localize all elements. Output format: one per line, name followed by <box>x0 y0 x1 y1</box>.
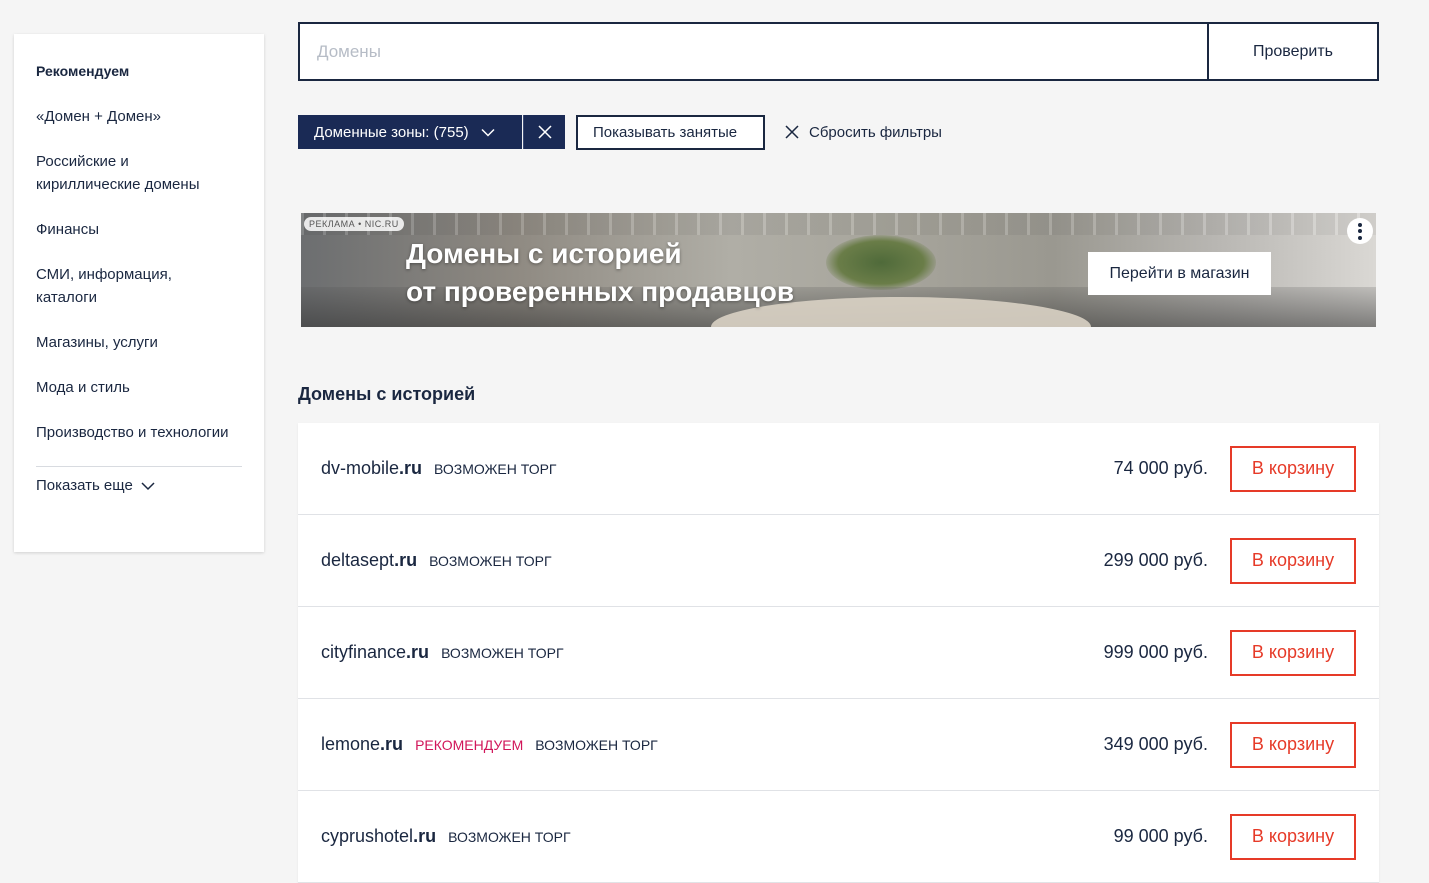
domain-search-bar: Проверить <box>298 22 1379 81</box>
domain-tld: .ru <box>399 458 423 478</box>
bargain-badge: ВОЗМОЖЕН ТОРГ <box>448 828 571 845</box>
category-sidebar: Рекомендуем «Домен + Домен» Российские и… <box>14 34 264 552</box>
banner-photo-plant <box>826 235 936 290</box>
bargain-badge: ВОЗМОЖЕН ТОРГ <box>535 736 658 753</box>
domain-row: cityfinance.ru ВОЗМОЖЕН ТОРГ 999 000 руб. В… <box>298 607 1379 699</box>
domain-tld: .ru <box>413 826 437 846</box>
filters-bar: Доменные зоны: (755) Показывать занятые … <box>298 114 942 150</box>
banner-title-line2: от проверенных продавцов <box>406 276 795 307</box>
bargain-badge: ВОЗМОЖЕН ТОРГ <box>434 460 557 477</box>
show-busy-toggle[interactable]: Показывать занятые <box>576 114 765 150</box>
chevron-down-icon <box>481 128 495 137</box>
domain-zones-dropdown[interactable]: Доменные зоны: (755) <box>298 115 522 149</box>
domain-row: dv-mobile.ru ВОЗМОЖЕН ТОРГ 74 000 руб. В ко… <box>298 423 1379 515</box>
bargain-badge: ВОЗМОЖЕН ТОРГ <box>429 552 552 569</box>
domain-price: 99 000 руб. <box>1113 826 1208 846</box>
sidebar-item-media[interactable]: СМИ, информация, каталоги <box>36 263 236 309</box>
add-to-cart-button[interactable]: В корзину <box>1230 721 1356 768</box>
add-to-cart-button[interactable]: В корзину <box>1230 813 1356 860</box>
sidebar-item-finance[interactable]: Финансы <box>36 218 236 241</box>
domain-tld: .ru <box>380 734 404 754</box>
clear-zones-button[interactable] <box>523 115 565 149</box>
domain-name[interactable]: cyprushotel.ru <box>321 826 436 847</box>
domain-price: 299 000 руб. <box>1103 550 1208 570</box>
sidebar-item-russian-cyrillic[interactable]: Российские и кириллические домены <box>36 150 236 196</box>
close-icon <box>785 125 799 139</box>
domain-label: lemone <box>321 734 381 754</box>
domain-list: dv-mobile.ru ВОЗМОЖЕН ТОРГ 74 000 руб. В ко… <box>298 423 1379 883</box>
add-to-cart-button[interactable]: В корзину <box>1230 537 1356 584</box>
show-more-label: Показать еще <box>36 477 133 494</box>
sidebar-item-production[interactable]: Производство и технологии <box>36 421 236 444</box>
domain-name[interactable]: deltasept.ru <box>321 550 417 571</box>
section-title: Домены с историей <box>298 384 476 404</box>
sidebar-item-recommended[interactable]: Рекомендуем <box>36 60 236 83</box>
domain-price: 999 000 руб. <box>1103 642 1208 662</box>
domain-tld: .ru <box>394 550 418 570</box>
bargain-badge: ВОЗМОЖЕН ТОРГ <box>441 644 564 661</box>
domain-label: dv-mobile <box>321 458 400 478</box>
banner-photo-ceiling <box>301 213 1376 235</box>
domain-name[interactable]: lemone.ru <box>321 734 403 755</box>
close-icon <box>537 125 552 139</box>
banner-title-line1: Домены с историей <box>406 238 682 269</box>
domain-label: deltasept <box>321 550 395 570</box>
sidebar-item-shops[interactable]: Магазины, услуги <box>36 331 236 354</box>
reset-filters-label: Сбросить фильтры <box>809 123 942 141</box>
domain-tld: .ru <box>406 642 430 662</box>
recommended-badge: РЕКОМЕНДУЕМ <box>415 736 524 753</box>
chevron-down-icon <box>141 481 155 490</box>
add-to-cart-button[interactable]: В корзину <box>1230 445 1356 492</box>
domain-zones-label: Доменные зоны: (755) <box>314 123 469 141</box>
banner-title: Домены с историей от проверенных продавц… <box>406 235 794 311</box>
domain-price: 349 000 руб. <box>1103 734 1208 754</box>
reset-filters-button[interactable]: Сбросить фильтры <box>785 124 942 141</box>
show-more-button[interactable]: Показать еще <box>36 477 242 494</box>
domain-name[interactable]: dv-mobile.ru <box>321 458 422 479</box>
domain-row: deltasept.ru ВОЗМОЖЕН ТОРГ 299 000 руб. В к… <box>298 515 1379 607</box>
domain-row: cyprushotel.ru ВОЗМОЖЕН ТОРГ 99 000 руб. В … <box>298 791 1379 883</box>
sidebar-divider <box>36 466 242 467</box>
ad-banner[interactable]: РЕКЛАМА • NIC.RU Домены с историей от пр… <box>301 213 1376 327</box>
check-button[interactable]: Проверить <box>1207 24 1377 79</box>
more-options-icon[interactable] <box>1347 218 1373 244</box>
ad-label: РЕКЛАМА • NIC.RU <box>304 217 404 231</box>
sidebar-item-fashion[interactable]: Мода и стиль <box>36 376 236 399</box>
go-to-shop-button[interactable]: Перейти в магазин <box>1088 252 1271 295</box>
domain-name[interactable]: cityfinance.ru <box>321 642 429 663</box>
domain-search-input[interactable] <box>300 24 1207 79</box>
domain-row: lemone.ru РЕКОМЕНДУЕМ ВОЗМОЖЕН ТОРГ 349 000… <box>298 699 1379 791</box>
domain-label: cyprushotel <box>321 826 414 846</box>
add-to-cart-button[interactable]: В корзину <box>1230 629 1356 676</box>
domain-label: cityfinance <box>321 642 407 662</box>
domain-price: 74 000 руб. <box>1113 458 1208 478</box>
sidebar-item-domain-plus-domain[interactable]: «Домен + Домен» <box>36 105 236 128</box>
